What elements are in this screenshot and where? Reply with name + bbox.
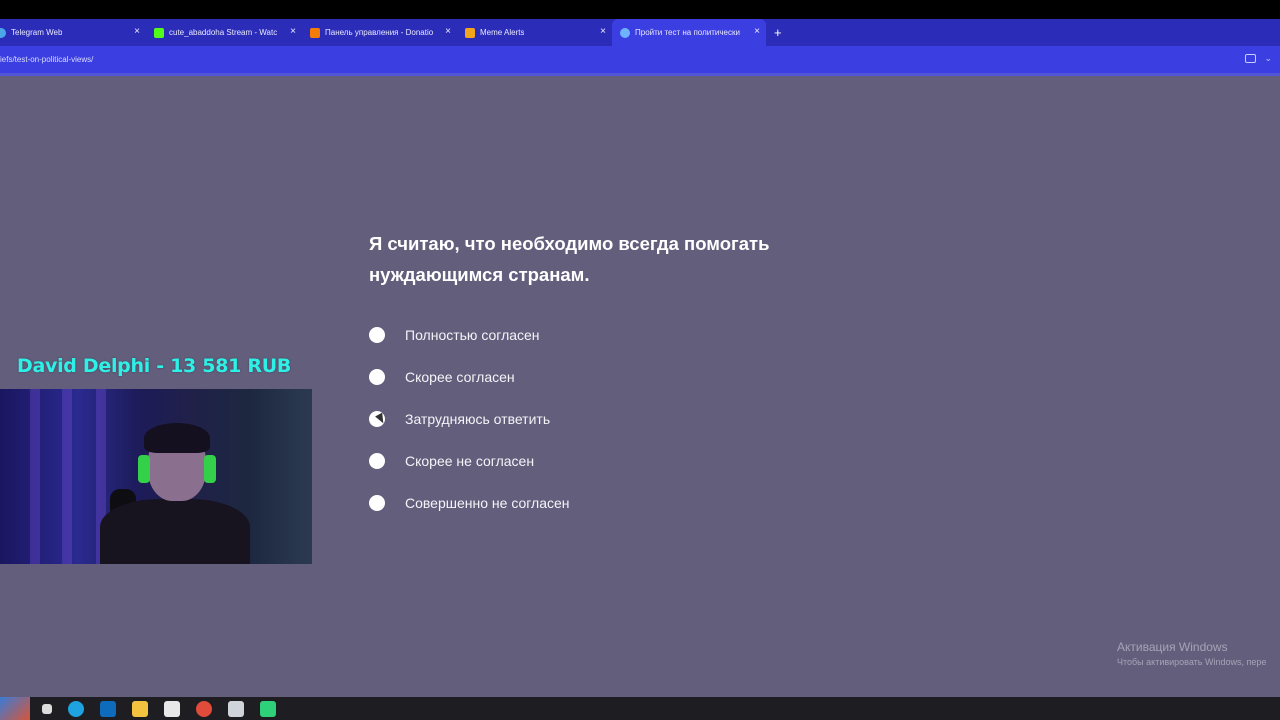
- address-bar: iefs/test-on-political-views/ ⌄: [0, 46, 1280, 73]
- mouse-cursor-icon: [375, 412, 387, 426]
- curtain-stripe: [30, 389, 40, 564]
- streamer-hair: [144, 423, 210, 453]
- streamer-body: [100, 499, 250, 564]
- tab-title: Панель управления - Donatio: [325, 28, 433, 37]
- tab-political-test[interactable]: Пройти тест на политически ×: [612, 19, 766, 46]
- watermark-subtitle: Чтобы активировать Windows, пере: [1117, 657, 1267, 667]
- radio-button[interactable]: [369, 327, 385, 343]
- chevron-down-icon[interactable]: ⌄: [1264, 54, 1272, 63]
- tab-title: Meme Alerts: [480, 28, 525, 37]
- new-tab-button[interactable]: +: [774, 19, 782, 46]
- headset-icon: [138, 455, 150, 483]
- tab-title: Пройти тест на политически: [635, 28, 740, 37]
- donation-alert-text: David Delphi - 13 581 RUB: [17, 355, 292, 377]
- tab-meme-alerts[interactable]: Meme Alerts ×: [457, 19, 612, 46]
- answer-options: Полностью согласен Скорее согласен Затру…: [369, 314, 570, 524]
- url-field[interactable]: iefs/test-on-political-views/: [0, 55, 93, 64]
- quiz-question: Я считаю, что необходимо всегда помогать…: [369, 233, 770, 285]
- tab-telegram[interactable]: Telegram Web ×: [0, 19, 146, 46]
- webcam-feed: [0, 389, 312, 564]
- radio-button[interactable]: [369, 495, 385, 511]
- kick-icon: [154, 27, 164, 38]
- answer-option[interactable]: Полностью согласен: [369, 314, 570, 356]
- answer-option[interactable]: Совершенно не согласен: [369, 482, 570, 524]
- edge-icon[interactable]: [68, 700, 84, 717]
- option-label: Совершенно не согласен: [405, 495, 570, 511]
- tab-title: Telegram Web: [11, 28, 63, 37]
- answer-option[interactable]: Затрудняюсь ответить: [369, 398, 570, 440]
- headset-icon: [204, 455, 216, 483]
- close-icon[interactable]: ×: [600, 26, 606, 38]
- radio-button[interactable]: [369, 411, 387, 427]
- donationalerts-icon: [310, 27, 320, 38]
- close-icon[interactable]: ×: [445, 26, 451, 38]
- windows-activation-watermark: Активация Windows Чтобы активировать Win…: [1117, 640, 1266, 667]
- outlook-icon[interactable]: [100, 700, 116, 717]
- file-explorer-icon[interactable]: [132, 700, 148, 717]
- start-widget-icon[interactable]: [0, 697, 30, 720]
- meme-alerts-icon: [465, 27, 475, 38]
- telegram-icon: [0, 27, 6, 38]
- tab-kick-stream[interactable]: cute_abaddoha Stream - Watch ×: [146, 19, 302, 46]
- radio-button[interactable]: [369, 369, 385, 385]
- close-icon[interactable]: ×: [290, 26, 296, 38]
- cast-icon[interactable]: [1245, 54, 1257, 63]
- option-label: Скорее не согласен: [405, 453, 535, 469]
- watermark-title: Активация Windows: [1117, 640, 1228, 654]
- photos-icon[interactable]: [228, 700, 244, 717]
- answer-option[interactable]: Скорее не согласен: [369, 440, 570, 482]
- app-icon[interactable]: [260, 700, 276, 717]
- tab-donationalerts[interactable]: Панель управления - Donatio ×: [302, 19, 457, 46]
- screen-top-strip: [0, 0, 1280, 19]
- page-content: Я считаю, что необходимо всегда помогать…: [0, 73, 1280, 697]
- address-bar-actions: ⌄: [1245, 54, 1272, 63]
- radio-button[interactable]: [369, 453, 385, 469]
- windows-taskbar: [0, 697, 1280, 720]
- close-icon[interactable]: ×: [754, 26, 760, 38]
- chrome-icon[interactable]: [196, 700, 212, 717]
- option-label: Полностью согласен: [405, 327, 540, 343]
- tab-title: cute_abaddoha Stream - Watch: [169, 28, 277, 37]
- browser-tab-bar: Telegram Web × cute_abaddoha Stream - Wa…: [0, 19, 1280, 46]
- task-view-icon[interactable]: [42, 703, 52, 714]
- option-label: Затрудняюсь ответить: [405, 411, 551, 427]
- option-label: Скорее согласен: [405, 369, 515, 385]
- answer-option[interactable]: Скорее согласен: [369, 356, 570, 398]
- curtain-stripe: [62, 389, 72, 564]
- store-icon[interactable]: [164, 700, 180, 717]
- close-icon[interactable]: ×: [134, 26, 140, 38]
- site-icon: [620, 27, 630, 38]
